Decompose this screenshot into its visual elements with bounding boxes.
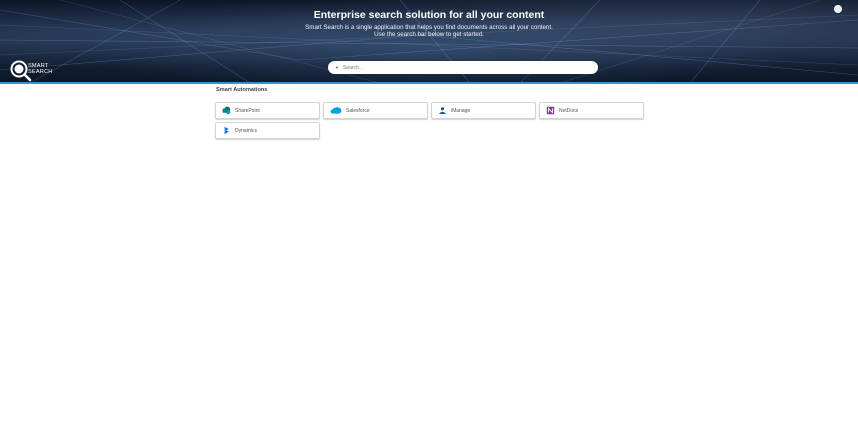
automation-card-salesforce[interactable]: Salesforce bbox=[323, 102, 428, 119]
section-title-smart-automations: Smart Automations bbox=[216, 87, 268, 93]
search-scope-dropdown-icon[interactable]: ▼ bbox=[335, 65, 341, 70]
hero-accent-bar bbox=[0, 82, 858, 84]
imanage-icon bbox=[438, 106, 447, 115]
logo-text-line2: SEARCH bbox=[28, 69, 53, 75]
automation-card-sharepoint[interactable]: SharePoint bbox=[215, 102, 320, 119]
automation-card-netdocs[interactable]: NetDocs bbox=[539, 102, 644, 119]
automation-card-label: iManage bbox=[451, 107, 471, 114]
user-avatar[interactable] bbox=[834, 5, 842, 13]
automation-card-label: Dynamics bbox=[235, 127, 257, 134]
logo-text: SMART SEARCH bbox=[28, 63, 53, 75]
hero-banner: Enterprise search solution for all your … bbox=[0, 0, 858, 83]
dynamics-icon bbox=[222, 126, 231, 135]
automation-card-dynamics[interactable]: Dynamics bbox=[215, 122, 320, 139]
automation-card-label: SharePoint bbox=[235, 107, 260, 114]
automation-card-label: Salesforce bbox=[346, 107, 370, 114]
automation-card-imanage[interactable]: iManage bbox=[431, 102, 536, 119]
hero-title: Enterprise search solution for all your … bbox=[313, 9, 545, 21]
search-input[interactable] bbox=[343, 62, 583, 73]
sharepoint-icon bbox=[222, 106, 231, 115]
automation-card-label: NetDocs bbox=[559, 107, 579, 114]
netdocs-icon bbox=[546, 106, 555, 115]
search-bar[interactable]: ▼ bbox=[328, 61, 598, 74]
salesforce-icon bbox=[330, 106, 342, 115]
hero-subtitle-instruction: Use the search bar below to get started. bbox=[374, 31, 484, 38]
